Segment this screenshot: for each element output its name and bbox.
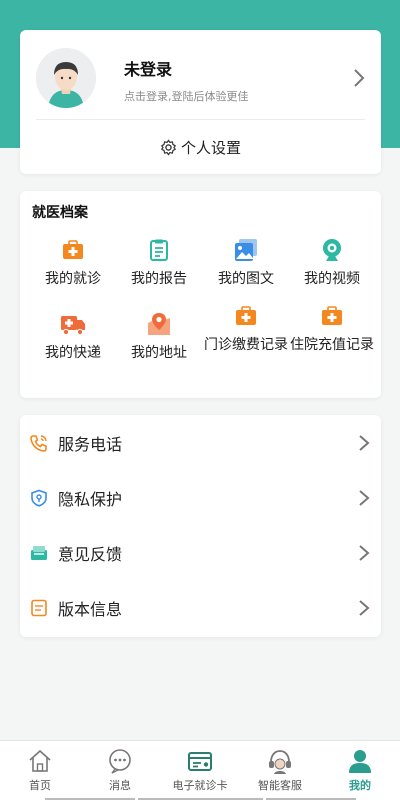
- section-title: 就医档案: [32, 205, 88, 221]
- report-clipboard-icon: [150, 239, 168, 261]
- login-status-title[interactable]: 未登录: [124, 56, 172, 80]
- profile-card: 未登录 点击登录,登陆后体验更佳 个人设置: [20, 30, 381, 174]
- record-item-images[interactable]: 我的图文: [201, 237, 291, 289]
- delivery-truck-icon: [61, 316, 85, 336]
- menu-item-privacy[interactable]: 隐私保护: [20, 470, 381, 525]
- chevron-right-icon: [359, 489, 370, 506]
- personal-settings-label: 个人设置: [180, 138, 241, 157]
- menu-item-version[interactable]: 版本信息: [20, 580, 381, 635]
- avatar[interactable]: [36, 48, 96, 108]
- record-item-label: 门诊缴费记录: [204, 337, 288, 353]
- medical-kit-icon: [236, 306, 256, 325]
- menu-item-label: 服务电话: [58, 434, 123, 454]
- tab-label: 电子就诊卡: [172, 779, 228, 792]
- feedback-icon: [31, 545, 47, 560]
- headset-icon: [269, 750, 291, 774]
- menu-item-label: 意见反馈: [58, 544, 123, 564]
- location-pin-icon: [148, 313, 170, 335]
- medical-kit-icon: [322, 306, 342, 325]
- medical-records-card: 就医档案 我的就诊 我的报告 我的图文 我的视频 我的快递 我的地址 门诊缴费记…: [20, 191, 381, 398]
- card-icon: [188, 752, 212, 771]
- record-item-delivery[interactable]: 我的快递: [28, 311, 118, 363]
- record-item-label: 我的地址: [131, 345, 187, 361]
- tab-label: 智能客服: [258, 779, 302, 792]
- divider: [36, 119, 365, 120]
- record-item-inpatient-topups[interactable]: 住院充值记录: [287, 303, 377, 355]
- record-item-reports[interactable]: 我的报告: [114, 237, 204, 289]
- medical-kit-icon: [63, 240, 83, 259]
- chevron-right-icon: [359, 599, 370, 616]
- default-avatar-icon: [36, 48, 96, 108]
- record-item-label: 我的快递: [45, 345, 101, 361]
- tab-label: 消息: [109, 779, 131, 792]
- record-item-label: 我的就诊: [45, 271, 101, 287]
- chevron-right-icon[interactable]: [351, 68, 367, 88]
- tab-e-medical-card[interactable]: 电子就诊卡: [160, 741, 240, 800]
- message-icon: [109, 749, 131, 774]
- record-item-videos[interactable]: 我的视频: [287, 237, 377, 289]
- image-gallery-icon: [235, 239, 257, 261]
- tab-home[interactable]: 首页: [0, 741, 80, 800]
- record-item-label: 我的报告: [131, 271, 187, 287]
- record-item-outpatient-payments[interactable]: 门诊缴费记录: [201, 303, 291, 355]
- record-item-visits[interactable]: 我的就诊: [28, 237, 118, 289]
- record-item-label: 住院充值记录: [290, 337, 374, 353]
- tab-mine[interactable]: 我的: [320, 741, 400, 800]
- login-hint-text: 点击登录,登陆后体验更佳: [124, 90, 249, 103]
- shield-icon: [31, 489, 47, 507]
- chevron-right-icon: [359, 544, 370, 561]
- chevron-right-icon: [359, 434, 370, 451]
- menu-item-service-phone[interactable]: 服务电话: [20, 415, 381, 470]
- tab-label: 首页: [29, 779, 51, 792]
- menu-item-feedback[interactable]: 意见反馈: [20, 525, 381, 580]
- phone-icon: [30, 434, 47, 452]
- document-icon: [31, 599, 47, 616]
- tab-smart-support[interactable]: 智能客服: [240, 741, 320, 800]
- gear-icon: [161, 139, 176, 155]
- tab-label: 我的: [349, 779, 371, 792]
- record-item-address[interactable]: 我的地址: [114, 311, 204, 363]
- record-item-label: 我的图文: [218, 271, 274, 287]
- person-icon: [349, 750, 371, 773]
- webcam-icon: [323, 239, 341, 261]
- menu-item-label: 版本信息: [58, 599, 123, 619]
- settings-menu-card: 服务电话 隐私保护 意见反馈 版本信息: [20, 415, 381, 637]
- bottom-tab-bar: 首页 消息 电子就诊卡 智能客服 我的: [0, 740, 400, 800]
- home-icon: [29, 749, 51, 772]
- personal-settings-button[interactable]: 个人设置: [20, 130, 381, 164]
- record-item-label: 我的视频: [304, 271, 360, 287]
- tab-messages[interactable]: 消息: [80, 741, 160, 800]
- menu-item-label: 隐私保护: [58, 489, 123, 509]
